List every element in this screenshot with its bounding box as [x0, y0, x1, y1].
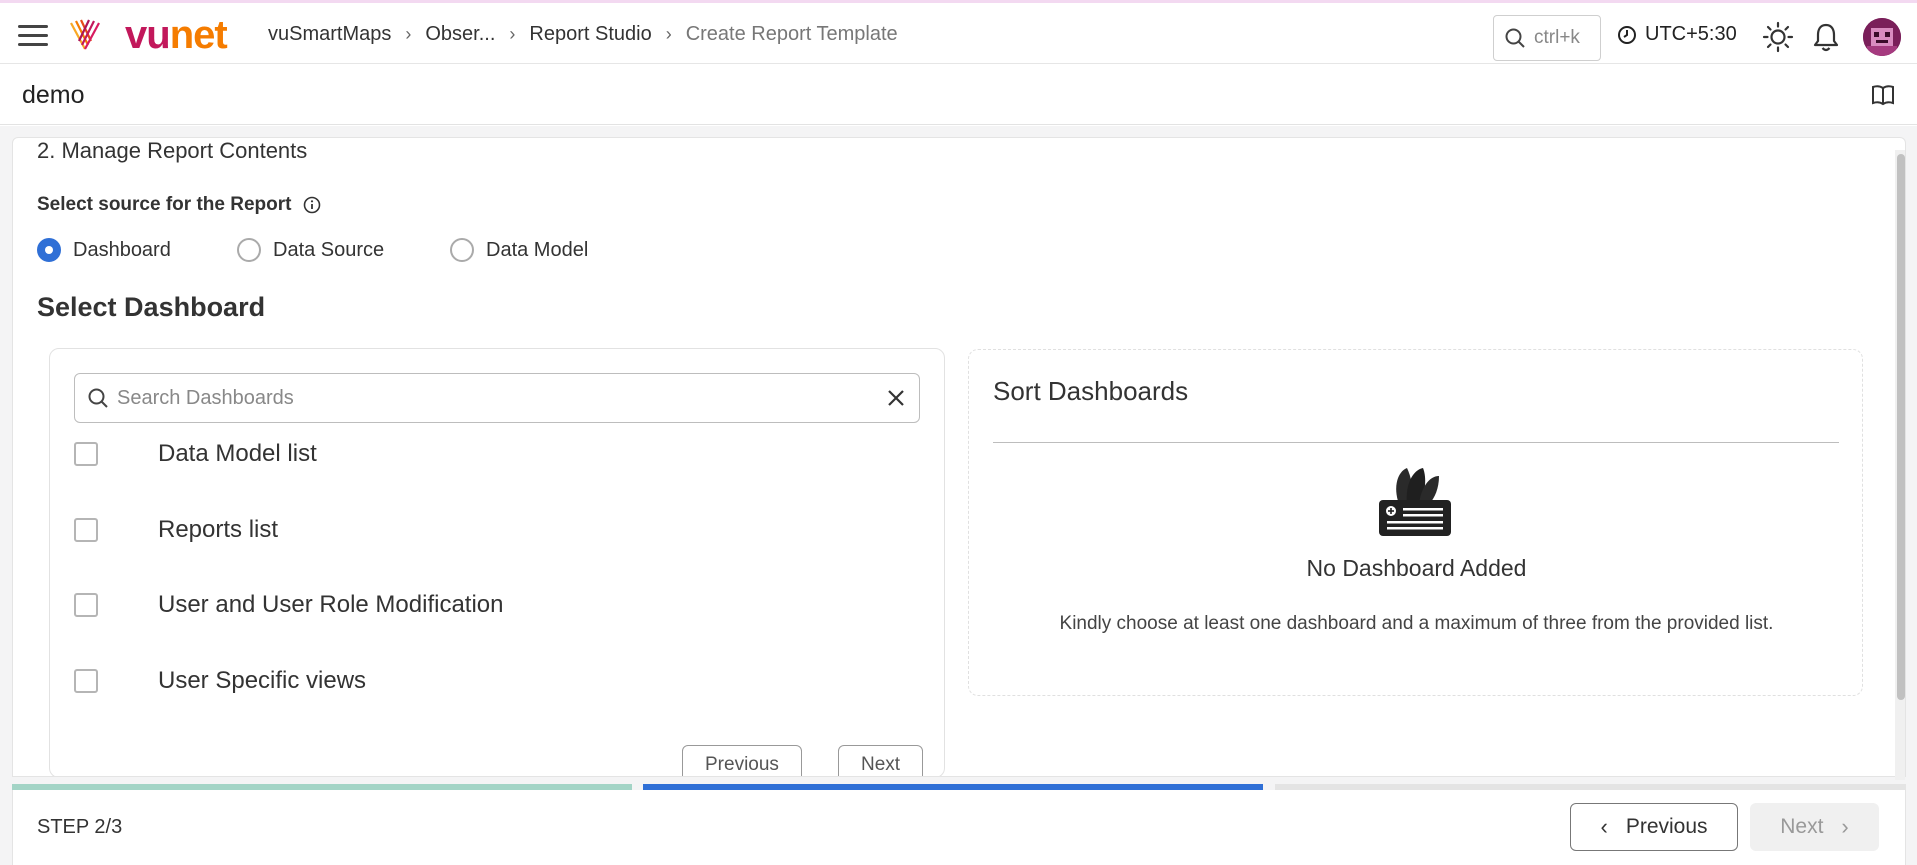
list-previous-button[interactable]: Previous: [682, 745, 802, 776]
radio-data-model-label: Data Model: [486, 238, 589, 261]
step-indicator: STEP 2/3: [37, 816, 123, 838]
radio-data-source[interactable]: Data Source: [237, 238, 450, 262]
checkbox[interactable]: [74, 442, 98, 466]
list-item-label: Data Model list: [158, 440, 317, 467]
close-icon[interactable]: [885, 387, 907, 409]
radio-button[interactable]: [450, 238, 474, 262]
breadcrumb-report-studio[interactable]: Report Studio: [529, 23, 651, 46]
previous-step-label: Previous: [1625, 815, 1708, 838]
radio-data-source-label: Data Source: [273, 238, 385, 261]
previous-step-button[interactable]: ‹ Previous: [1570, 803, 1738, 851]
page-title-bar: demo: [0, 65, 1917, 125]
search-icon: [1505, 28, 1525, 48]
vunet-logo[interactable]: vunet: [125, 11, 228, 59]
source-select-label-text: Select source for the Report: [37, 194, 292, 215]
vunet-logo-mark-icon: [70, 19, 100, 50]
search-shortcut-label: ctrl+k: [1534, 27, 1580, 48]
list-item[interactable]: Reports list: [74, 510, 278, 550]
next-step-label: Next: [1780, 815, 1824, 838]
global-search-button[interactable]: ctrl+k: [1493, 15, 1601, 61]
dashboard-search-input[interactable]: [117, 386, 877, 410]
hamburger-menu-icon[interactable]: [18, 25, 48, 47]
chevron-right-icon: ›: [1841, 814, 1849, 839]
breadcrumb-current-page: Create Report Template: [685, 23, 898, 45]
chevron-right-icon: ›: [509, 24, 516, 44]
page-title: demo: [22, 81, 85, 109]
dashboard-list-box: Data Model list Reports list User and Us…: [49, 348, 945, 776]
top-nav-bar: vunet vuSmartMaps › Obser... › Report St…: [0, 0, 1917, 64]
checkbox[interactable]: [74, 669, 98, 693]
list-next-button[interactable]: Next: [838, 745, 924, 776]
sun-icon[interactable]: [1762, 21, 1794, 53]
wizard-footer: STEP 2/3 ‹ Previous Next ›: [12, 790, 1906, 865]
empty-dashboard-icon: [1379, 468, 1451, 536]
checkbox[interactable]: [74, 593, 98, 617]
search-icon: [88, 388, 108, 408]
list-item-label: Reports list: [158, 516, 279, 543]
radio-dashboard-label: Dashboard: [73, 238, 171, 261]
list-item[interactable]: User and User Role Modification: [74, 585, 503, 625]
section-title: 2. Manage Report Contents: [37, 138, 308, 163]
breadcrumb: vuSmartMaps › Obser... › Report Studio ›…: [268, 23, 898, 46]
logo-text-net: net: [169, 13, 228, 57]
logo-text-vu: vu: [125, 13, 171, 57]
select-dashboard-heading: Select Dashboard: [37, 292, 266, 322]
book-icon[interactable]: [1870, 83, 1896, 107]
next-step-button[interactable]: Next ›: [1750, 803, 1879, 851]
list-item-label: User Specific views: [158, 667, 367, 694]
timezone-selector[interactable]: UTC+5:30: [1617, 23, 1737, 46]
radio-button[interactable]: [237, 238, 261, 262]
sort-dashboards-box: Sort Dashboards No Dashboard Added Kindl…: [968, 349, 1863, 696]
radio-dashboard[interactable]: Dashboard: [37, 238, 237, 262]
dashboard-search-field[interactable]: [74, 373, 920, 423]
scrollbar-thumb[interactable]: [1897, 154, 1905, 700]
list-item[interactable]: User Specific views: [74, 661, 366, 701]
report-contents-panel: 2. Manage Report Contents Select source …: [12, 137, 1906, 777]
breadcrumb-vusmartmaps[interactable]: vuSmartMaps: [268, 23, 391, 46]
chevron-right-icon: ›: [405, 24, 412, 44]
clock-icon: [1618, 25, 1636, 44]
source-radio-group: Dashboard Data Source Data Model: [37, 238, 588, 262]
radio-data-model[interactable]: Data Model: [450, 238, 588, 262]
user-avatar[interactable]: [1863, 18, 1901, 56]
radio-button-selected[interactable]: [37, 238, 61, 262]
empty-state-description: Kindly choose at least one dashboard and…: [1059, 613, 1774, 634]
chevron-left-icon: ‹: [1600, 814, 1608, 839]
source-select-label: Select source for the Report: [37, 194, 321, 216]
list-item[interactable]: Data Model list: [74, 434, 317, 474]
user-avatar-image-icon: [1863, 18, 1901, 56]
empty-state-title: No Dashboard Added: [1306, 555, 1527, 581]
bell-icon[interactable]: [1811, 21, 1841, 53]
sort-dashboards-title: Sort Dashboards: [993, 376, 1189, 406]
info-icon[interactable]: [303, 196, 321, 214]
breadcrumb-observability[interactable]: Obser...: [425, 23, 495, 46]
chevron-right-icon: ›: [665, 24, 672, 44]
list-item-label: User and User Role Modification: [158, 591, 504, 618]
divider: [993, 442, 1839, 443]
timezone-label: UTC+5:30: [1645, 23, 1737, 45]
checkbox[interactable]: [74, 518, 98, 542]
